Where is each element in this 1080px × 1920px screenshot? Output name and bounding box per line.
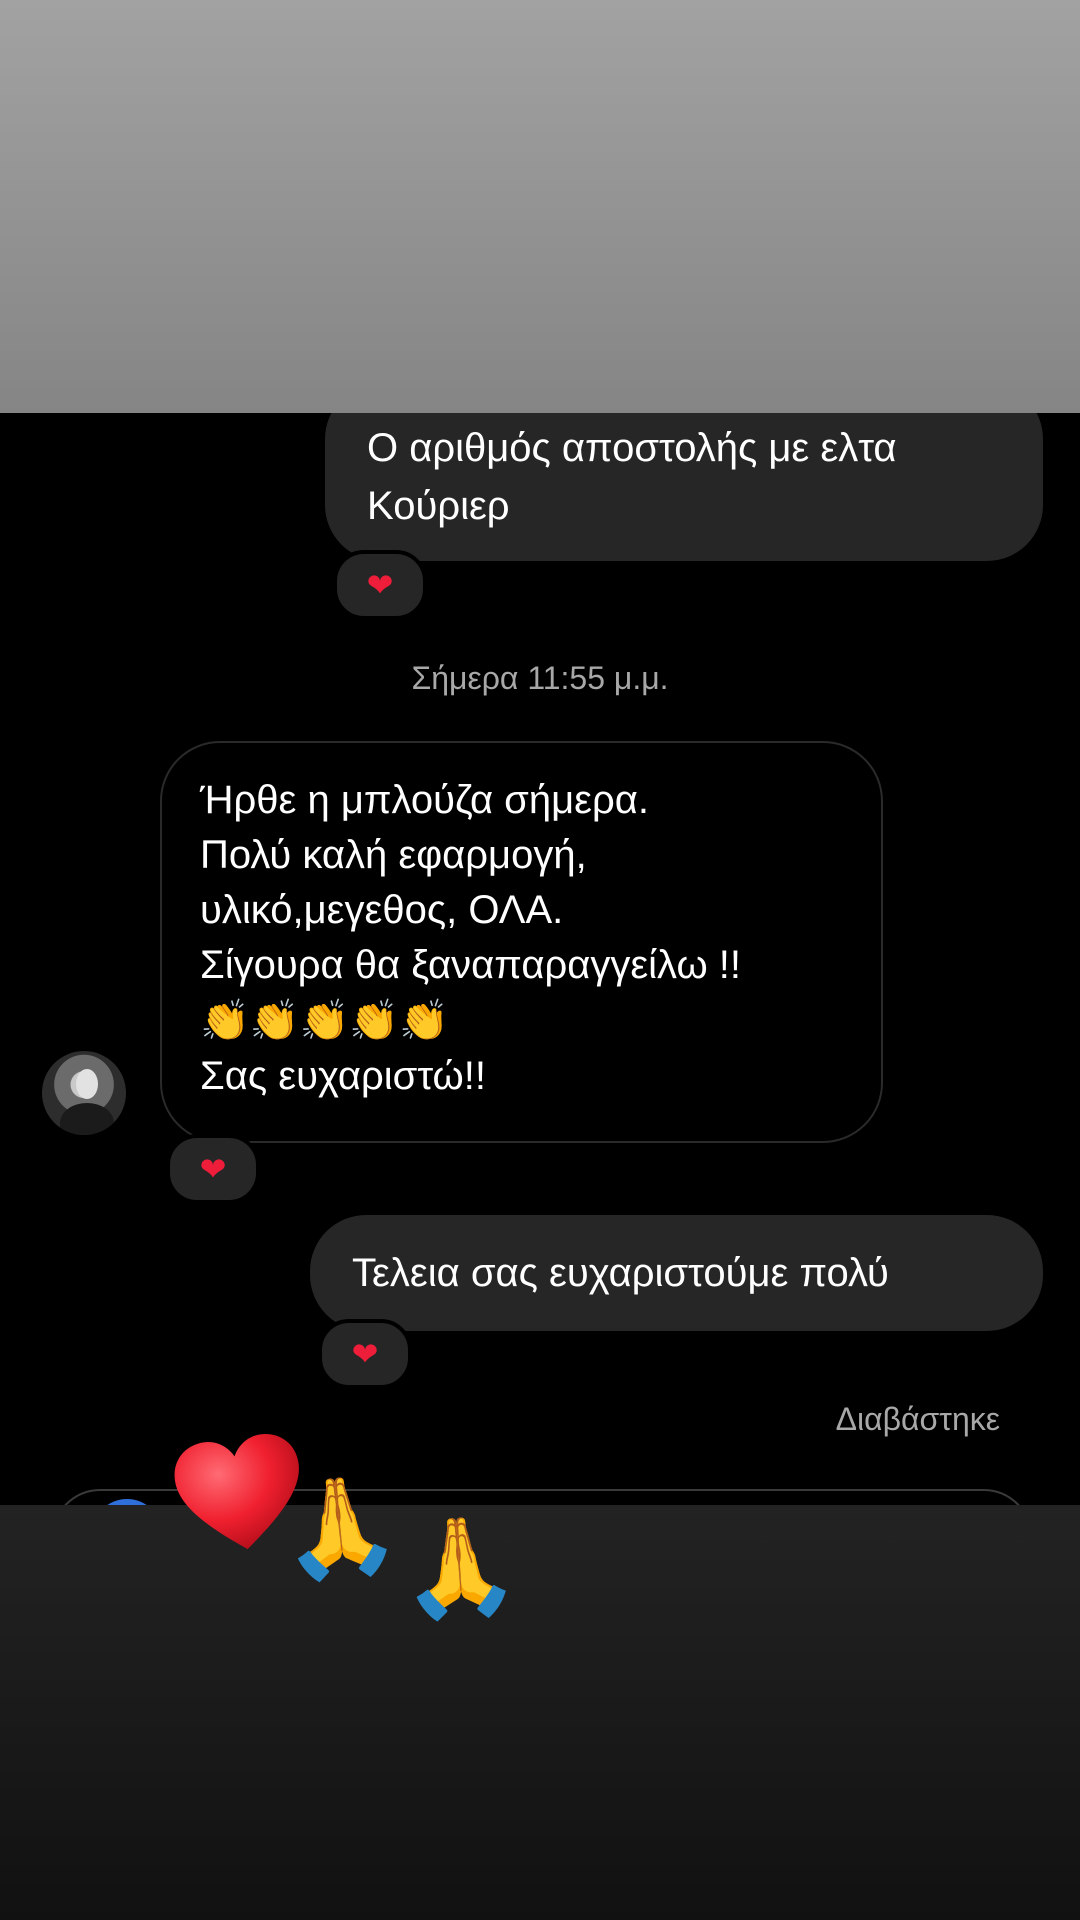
- message-line: Κούριερ: [367, 484, 510, 528]
- heart-reaction-icon[interactable]: ❤: [318, 1319, 412, 1389]
- message-line: Σίγουρα θα ξαναπαραγγείλω !!: [200, 943, 742, 987]
- outgoing-message-thanks[interactable]: Τελεια σας ευχαριστούμε πολύ: [310, 1215, 1043, 1331]
- incoming-message-review[interactable]: Ήρθε η μπλούζα σήμερα. Πολύ καλή εφαρμογ…: [160, 741, 883, 1143]
- heart-reaction-icon[interactable]: ❤: [333, 550, 427, 620]
- message-line: Ήρθε η μπλούζα σήμερα.: [200, 778, 649, 822]
- message-line: Πολύ καλή εφαρμογή,: [200, 833, 587, 877]
- avatar[interactable]: [42, 1051, 126, 1135]
- outgoing-message-shipping[interactable]: Ο αριθμός αποστολής με ελτα Κούριερ: [325, 413, 1043, 561]
- message-line: Σας ευχαριστώ!!: [200, 1054, 487, 1098]
- message-line: υλικό,μεγεθος, ΟΛΑ.: [200, 888, 564, 932]
- praying-hands-icon: 🙏: [396, 1509, 524, 1626]
- story-bottom-area: [0, 1505, 1080, 1920]
- message-line: Ο αριθμός αποστολής με ελτα: [367, 426, 897, 470]
- avatar-body: [60, 1103, 114, 1135]
- clapping-hands-icon: 👏👏👏👏👏: [200, 999, 450, 1043]
- seen-status: Διαβάστηκε: [835, 1401, 1000, 1437]
- heart-reaction-icon[interactable]: ❤: [166, 1134, 260, 1204]
- avatar-face: [76, 1069, 98, 1099]
- praying-hands-icon: 🙏: [274, 1468, 405, 1587]
- chat-thread: Ο αριθμός αποστολής με ελτα Κούριερ ❤ Σή…: [0, 413, 1080, 1505]
- message-timestamp: Σήμερα 11:55 μ.μ.: [411, 660, 669, 696]
- story-top-area: [0, 0, 1080, 413]
